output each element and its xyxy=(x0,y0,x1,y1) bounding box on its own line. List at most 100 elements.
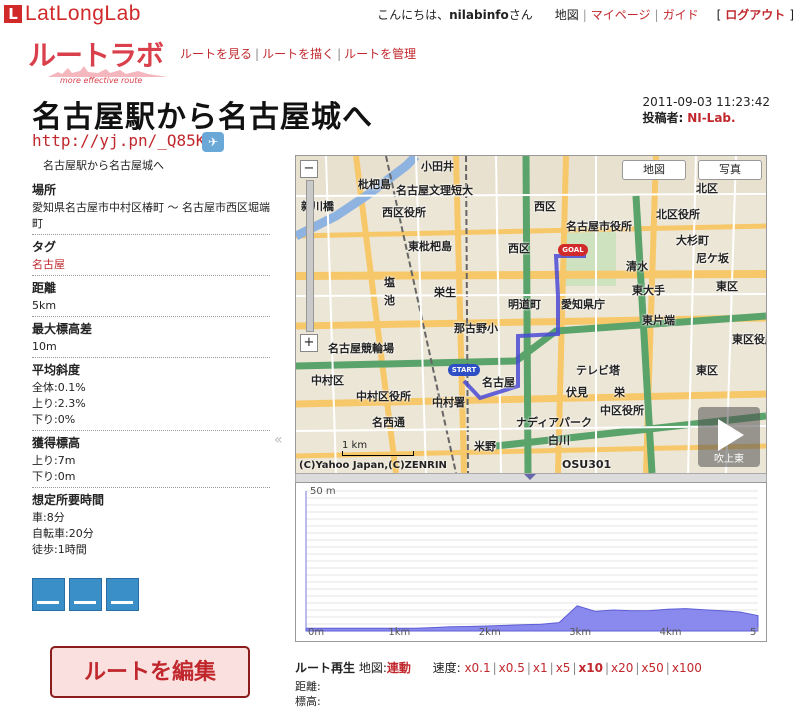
logout-link[interactable]: ログアウト xyxy=(725,6,785,23)
distance-tick-label: 1km xyxy=(388,627,411,638)
zoom-in-button[interactable]: + xyxy=(300,334,318,352)
map-place-label: 明道町 xyxy=(508,298,541,311)
map-place-label: 中区役所 xyxy=(600,404,644,417)
map-place-label: 米野 xyxy=(474,440,496,453)
route-title: 名古屋駅から名古屋城へ xyxy=(32,100,373,135)
map-place-label: 中村区役所 xyxy=(356,390,411,403)
map-sync-toggle[interactable]: 連動 xyxy=(387,661,411,675)
playback-label: ルート再生 xyxy=(295,661,356,675)
map-place-label: 尼ケ坂 xyxy=(696,252,729,265)
map-place-label: 中村署 xyxy=(432,396,465,409)
edit-route-button[interactable]: ルートを編集 xyxy=(50,646,250,698)
info-heading: タグ xyxy=(32,240,57,254)
map-place-label: 東区役所 xyxy=(732,333,766,346)
nav-guide-link[interactable]: ガイド xyxy=(663,6,699,23)
info-heading: 最大標高差 xyxy=(32,322,93,336)
map-place-label: 那古野小 xyxy=(454,322,498,335)
speed-option[interactable]: x100 xyxy=(672,661,702,675)
map-place-label: 西区 xyxy=(508,242,530,255)
view-routes-link[interactable]: ルートを見る xyxy=(180,47,252,61)
nav-map-link[interactable]: 地図 xyxy=(555,6,579,23)
info-section: 距離 5km xyxy=(32,275,270,316)
map-place-label: 枇杷島 xyxy=(358,178,391,191)
info-section: 獲得標高 上り:7m 下り:0m xyxy=(32,430,270,487)
map-view-button[interactable]: 地図 xyxy=(622,160,686,180)
info-value: 上り:7m xyxy=(32,454,76,467)
distance-tick-label: 5 xyxy=(750,627,757,638)
top-bar: L LatLongLab こんにちは、nilabinfoさん 地図 | マイペー… xyxy=(0,0,800,28)
elevation-profile: 50 m 0m 1km 2km 3km 4km 5 xyxy=(295,482,767,642)
map-place-label: 大杉町 xyxy=(676,234,709,247)
speed-option[interactable]: x0.1 xyxy=(464,661,490,675)
chevron-down-icon xyxy=(524,474,536,480)
map-place-label: 白川 xyxy=(548,434,570,447)
brand-mark-icon: L xyxy=(4,5,22,23)
speed-option[interactable]: x0.5 xyxy=(499,661,525,675)
info-value: 徒歩:1時間 xyxy=(32,543,87,556)
speed-option[interactable]: x10 xyxy=(579,661,603,675)
latlonglab-logo[interactable]: L LatLongLab xyxy=(4,2,141,26)
distance-tick-label: 3km xyxy=(569,627,592,638)
distance-tick-label: 4km xyxy=(659,627,682,638)
speed-option[interactable]: x1 xyxy=(533,661,548,675)
elevation-readout-label: 標高: xyxy=(295,695,321,708)
twitter-icon[interactable]: ✈ xyxy=(202,132,224,152)
zoom-out-button[interactable]: − xyxy=(300,160,318,178)
map-place-label: 名古屋競輪場 xyxy=(328,342,394,355)
map-place-label: 池 xyxy=(384,294,395,307)
route-map[interactable]: 小田井 枇杷島 名古屋文理短大 北区 西区 新川橋 西区役所 北区役所 名古屋市役所 大杉町 東枇杷… xyxy=(295,155,767,474)
distance-readout-label: 距離: xyxy=(295,680,321,693)
play-icon xyxy=(718,419,744,451)
goal-marker: GOAL xyxy=(558,244,588,256)
photo-view-button[interactable]: 写真 xyxy=(698,160,762,180)
info-section: 平均斜度 全体:0.1% 上り:2.3% 下り:0% xyxy=(32,357,270,430)
zoom-control[interactable]: − + xyxy=(300,160,318,352)
elevation-icon[interactable] xyxy=(106,578,139,611)
info-value: 上り:2.3% xyxy=(32,397,86,410)
elevation-axis-top: 50 m xyxy=(310,486,336,497)
nav-mypage-link[interactable]: マイページ xyxy=(591,6,651,23)
speed-option[interactable]: x20 xyxy=(611,661,633,675)
author-link[interactable]: NI-Lab. xyxy=(687,111,735,125)
speed-label: 速度: xyxy=(432,661,461,675)
bicycle-icon[interactable] xyxy=(32,578,65,611)
map-place-label: 東区 xyxy=(716,280,738,293)
info-section: 場所 愛知県名古屋市中村区椿町 〜 名古屋市西区堀端町 xyxy=(32,178,270,234)
map-place-label: 東区 xyxy=(696,364,718,377)
info-heading: 獲得標高 xyxy=(32,436,81,450)
map-place-label: 愛知県庁 xyxy=(561,298,605,311)
route-meta: 2011-09-03 11:23:42 投稿者: NI-Lab. xyxy=(643,94,770,126)
info-value: 自転車:20分 xyxy=(32,527,94,540)
routelab-logo[interactable]: ルートラボ more effective route xyxy=(28,34,178,92)
short-url-link[interactable]: http://yj.pn/_Q85Kl xyxy=(32,131,215,150)
greeting: こんにちは、nilabinfoさん xyxy=(377,8,533,22)
collapse-sidebar-icon[interactable]: « xyxy=(274,432,283,448)
draw-route-link[interactable]: ルートを描く xyxy=(262,47,334,61)
zoom-slider[interactable] xyxy=(306,180,314,332)
username: nilabinfo xyxy=(449,8,509,22)
info-value: 下り:0% xyxy=(32,413,76,426)
map-place-label: テレビ塔 xyxy=(576,364,620,377)
walking-icon[interactable] xyxy=(69,578,102,611)
play-location-label: 吹上東 xyxy=(714,454,744,465)
elevation-axis-bottom: 0m xyxy=(308,627,325,638)
map-place-label: 栄生 xyxy=(434,286,456,299)
speed-option[interactable]: x5 xyxy=(556,661,571,675)
speed-option[interactable]: x50 xyxy=(641,661,663,675)
manage-routes-link[interactable]: ルートを管理 xyxy=(344,47,416,61)
map-place-label: 東片端 xyxy=(642,314,675,327)
author-label: 投稿者: xyxy=(642,111,684,125)
info-heading: 平均斜度 xyxy=(32,363,81,377)
sub-nav: ルートを見る | ルートを描く | ルートを管理 xyxy=(180,47,417,61)
map-place-label: 名古屋 xyxy=(482,376,515,389)
map-place-label: 清水 xyxy=(626,260,648,273)
route-playback-bar: ルート再生 地図:連動 速度: x0.1 | x0.5 | x1 | x5 | x10 | x20 |… xyxy=(295,659,702,676)
map-place-label: 北区 xyxy=(696,182,718,195)
play-route-button[interactable]: 吹上東 xyxy=(698,407,760,467)
map-place-label: 東大手 xyxy=(632,284,665,297)
tag-link[interactable]: 名古屋 xyxy=(32,257,270,273)
route-info-panel: 場所 愛知県名古屋市中村区椿町 〜 名古屋市西区堀端町タグ名古屋距離 5km 最大標高… xyxy=(32,178,270,560)
info-value: 愛知県名古屋市中村区椿町 〜 名古屋市西区堀端町 xyxy=(32,201,270,230)
info-value: 5km xyxy=(32,299,57,312)
info-section: 想定所要時間 車:8分 自転車:20分 徒歩:1時間 xyxy=(32,487,270,560)
